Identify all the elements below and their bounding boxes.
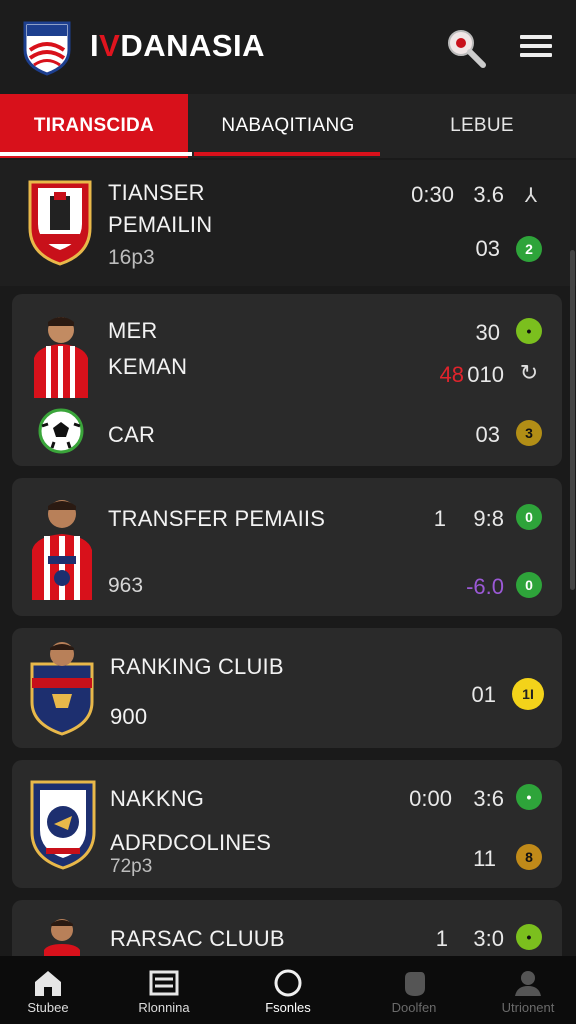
bottom-nav: Stubee Rlonnina Fsonles Doolfen Utrionen… (0, 956, 576, 1024)
fist-icon (405, 972, 425, 996)
item-title-line2: PEMAILIN (108, 212, 213, 237)
nav-label: Utrionent (501, 1000, 555, 1015)
item-value: 3:6 (473, 786, 504, 811)
item-title-line2: ADRDCOLINES (110, 830, 272, 855)
tab-bar: TIRANSCIDA NABAQITIANG LEBUE (0, 94, 576, 158)
status-badge: • (516, 924, 542, 950)
item-score-2: 03 (475, 422, 500, 447)
item-title-line3: CAR (108, 422, 156, 447)
item-subtitle: 963 (108, 574, 144, 597)
item-value: 30 (475, 320, 500, 345)
item-title: TRANSFER PEMAIIS (108, 506, 326, 531)
scrollbar[interactable] (570, 250, 575, 590)
item-title: RANKING CLUIB (110, 654, 284, 679)
item-time: 0:30 (411, 182, 454, 207)
refresh-icon[interactable]: ↻ (516, 360, 542, 386)
hamburger-menu-icon[interactable] (518, 30, 554, 66)
item-negative-value: -6.0 (466, 574, 504, 599)
club-crest-icon (30, 642, 94, 736)
circle-icon (274, 969, 302, 997)
status-badge: • (516, 784, 542, 810)
item-title-line2: KEMAN (108, 354, 188, 379)
tab-transfers[interactable]: TIRANSCIDA (0, 94, 188, 158)
list-item[interactable]: NAKKNG ADRDCOLINES 72p3 0:00 3:6 • 11 8 (12, 760, 562, 888)
player-avatar (44, 919, 80, 956)
tab-indicator-secondary (194, 152, 380, 156)
list-icon (149, 970, 179, 996)
list-item[interactable]: MER KEMAN CAR 30 • 48 010 ↻ 03 3 (12, 294, 562, 466)
status-badge: 0 (516, 572, 542, 598)
item-rank: 1 (433, 506, 446, 531)
player-avatar (32, 500, 92, 600)
item-value: 3:0 (473, 926, 504, 951)
app-brand-title: IVDANASIA (90, 28, 266, 63)
nav-user[interactable]: Utrionent (480, 956, 576, 1024)
item-value: 3.6 (473, 182, 504, 207)
status-badge: 0 (516, 504, 542, 530)
person-arms-icon[interactable]: ⅄ (518, 182, 544, 208)
item-rank: 1 (435, 926, 448, 951)
nav-fist[interactable]: Doolfen (366, 956, 462, 1024)
item-title: MER (108, 318, 158, 343)
item-rank: 01 (471, 682, 496, 707)
nav-label: Fsonles (265, 1000, 311, 1015)
shield-logo-icon[interactable] (22, 20, 72, 76)
item-title: TIANSER (108, 180, 205, 205)
nav-list[interactable]: Rlonnina (116, 956, 212, 1024)
nav-label: Doolfen (391, 1000, 437, 1015)
soccer-ball-icon (38, 408, 84, 454)
tab-standings[interactable]: NABAQITIANG (188, 94, 388, 158)
list-item[interactable]: RANKING CLUIB 900 01 1I (12, 628, 562, 748)
status-badge: 1I (512, 678, 544, 710)
club-crest-icon (28, 180, 92, 266)
item-value: 9:8 (473, 506, 504, 531)
status-badge: 3 (516, 420, 542, 446)
app-header: IVDANASIA (0, 0, 576, 94)
status-badge: 8 (516, 844, 542, 870)
item-title: NAKKNG (110, 786, 205, 811)
nav-circle[interactable]: Fsonles (240, 956, 336, 1024)
nav-home[interactable]: Stubee (0, 956, 96, 1024)
nav-label: Rlonnina (138, 1000, 190, 1015)
item-subtitle: 900 (110, 704, 148, 729)
item-time: 0:00 (409, 786, 452, 811)
home-icon (35, 971, 61, 996)
status-badge: • (516, 318, 542, 344)
user-icon (515, 971, 541, 996)
list-item[interactable]: TIANSER PEMAILIN 16p3 0:30 3.6 ⅄ 03 2 (0, 160, 576, 286)
search-icon[interactable] (444, 26, 488, 70)
list-item[interactable]: TRANSFER PEMAIIS 963 1 9:8 0 -6.0 0 (12, 478, 562, 616)
club-crest-icon (30, 780, 96, 870)
item-subtitle: 72p3 (110, 856, 153, 877)
nav-label: Stubee (27, 1000, 69, 1015)
status-badge: 2 (516, 236, 542, 262)
item-score: 010 (467, 362, 504, 387)
tab-indicator (0, 152, 192, 156)
tab-league[interactable]: LEBUE (388, 94, 576, 158)
player-avatar (34, 317, 88, 398)
item-score: 11 (473, 846, 496, 871)
item-score: 03 (475, 236, 500, 261)
item-negative-value: 48 (439, 362, 464, 387)
item-title: RARSAC CLUUB (110, 926, 285, 951)
item-subtitle: 16p3 (108, 246, 155, 269)
